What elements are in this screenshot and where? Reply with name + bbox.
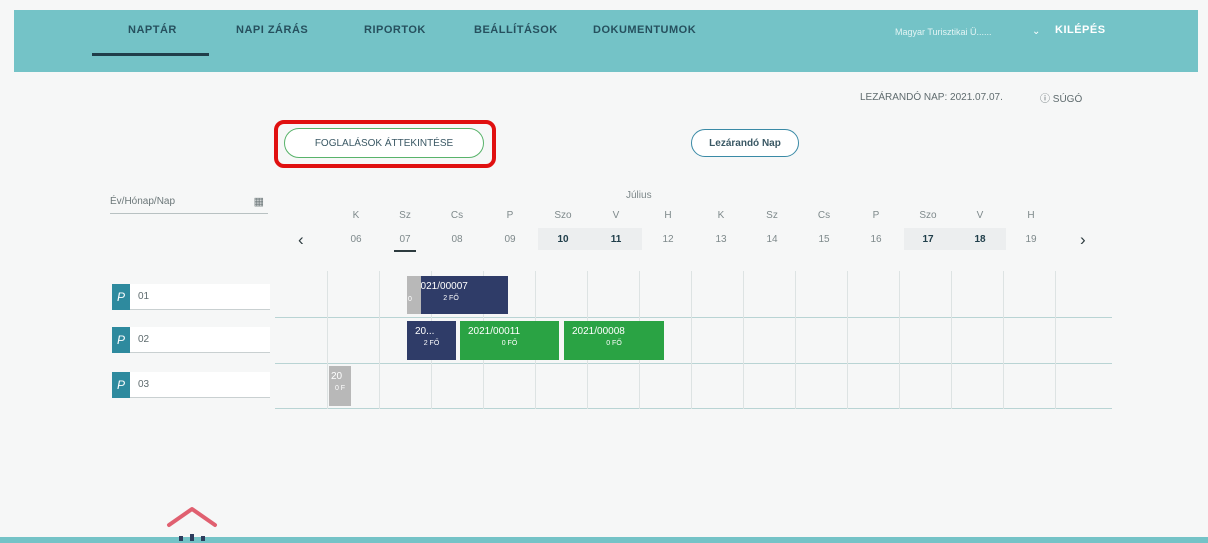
closing-day-label: LEZÁRANDÓ NAP: 2021.07.07. [860, 92, 1003, 103]
day-date: 11 [610, 234, 622, 245]
month-label: Július [626, 190, 652, 201]
nav-item-napi-zaras[interactable]: NAPI ZÁRÁS [236, 24, 308, 36]
column-divider [951, 271, 952, 409]
room-name: 01 [138, 291, 150, 302]
nav-item-riportok[interactable]: RIPORTOK [364, 24, 426, 36]
date-input[interactable]: Év/Hónap/Nap ▦ [110, 194, 268, 214]
nav-item-naptar[interactable]: NAPTÁR [128, 24, 177, 36]
day-name: Sz [399, 210, 411, 221]
booking-block-partial[interactable]: 0 [407, 276, 421, 314]
row-divider [275, 317, 1112, 318]
day-date: 12 [662, 234, 674, 245]
parking-icon: P [112, 327, 130, 353]
day-name: H [664, 210, 672, 221]
day-date: 07 [399, 234, 411, 245]
day-date: 10 [557, 234, 569, 245]
day-name: H [1027, 210, 1035, 221]
column-divider [795, 271, 796, 409]
day-date: 06 [350, 234, 362, 245]
day-date: 19 [1025, 234, 1037, 245]
room-name: 03 [138, 379, 150, 390]
booking-id: 20 [331, 371, 343, 382]
booking-guests: 0 FŐ [501, 340, 518, 347]
day-name: P [872, 210, 880, 221]
logout-button[interactable]: KILÉPÉS [1055, 24, 1106, 36]
calendar-grid[interactable] [275, 271, 1112, 409]
booking-guests: 2 FŐ [423, 340, 440, 347]
column-divider [1055, 271, 1056, 409]
column-divider [847, 271, 848, 409]
today-indicator [394, 250, 416, 252]
column-divider [691, 271, 692, 409]
day-name: Cs [817, 210, 831, 221]
booking-block[interactable]: 2021/00007 2 FŐ [421, 276, 508, 314]
house-logo-icon [167, 507, 217, 541]
room-row-03[interactable]: P 03 [112, 372, 270, 398]
day-name: P [506, 210, 514, 221]
column-divider [1003, 271, 1004, 409]
chevron-down-icon[interactable]: ⌄ [1032, 26, 1040, 37]
booking-guests: 0 FŐ [606, 340, 622, 347]
booking-block[interactable]: 2021/00008 0 FŐ [564, 321, 664, 360]
day-date: 14 [766, 234, 778, 245]
row-divider [275, 363, 1112, 364]
room-row-01[interactable]: P 01 [112, 284, 270, 310]
day-name: K [717, 210, 725, 221]
booking-guests: 0 F [334, 385, 346, 392]
organization-selector[interactable]: Magyar Turisztikai Ü...... [895, 27, 992, 37]
column-divider [899, 271, 900, 409]
nav-item-beallitasok[interactable]: BEÁLLÍTÁSOK [474, 24, 558, 36]
day-date: 09 [504, 234, 516, 245]
day-date: 13 [715, 234, 727, 245]
prev-arrow-icon[interactable]: ‹ [298, 230, 304, 250]
booking-block[interactable]: 2021/00011 0 FŐ [460, 321, 559, 360]
day-name: Sz [766, 210, 778, 221]
calendar-icon[interactable]: ▦ [254, 195, 264, 208]
booking-block[interactable]: 20 0 F [329, 366, 351, 406]
nav-active-indicator [92, 53, 209, 56]
top-navigation-bar [14, 10, 1198, 72]
booking-guests: 2 FŐ [443, 295, 459, 302]
day-name: V [612, 210, 620, 221]
day-name: K [352, 210, 360, 221]
booking-id: 2021/00007 [421, 281, 468, 292]
row-divider [275, 408, 1112, 409]
day-name: Cs [450, 210, 464, 221]
day-name: V [976, 210, 984, 221]
column-divider [743, 271, 744, 409]
column-divider [379, 271, 380, 409]
parking-icon: P [112, 372, 130, 398]
day-name: Szo [919, 210, 937, 221]
room-name: 02 [138, 334, 150, 345]
nav-item-dokumentumok[interactable]: DOKUMENTUMOK [593, 24, 696, 36]
booking-id: 2021/00011 [468, 326, 521, 337]
date-input-placeholder: Év/Hónap/Nap [110, 196, 176, 207]
day-date: 18 [974, 234, 986, 245]
booking-id: 20... [415, 326, 435, 337]
day-date: 16 [870, 234, 882, 245]
booking-id: 2021/00008 [572, 326, 625, 337]
room-row-02[interactable]: P 02 [112, 327, 270, 353]
help-link[interactable]: ⓘ SÚGÓ [1040, 90, 1082, 105]
day-name: Szo [554, 210, 572, 221]
day-date: 08 [451, 234, 463, 245]
booking-block[interactable]: 20... 2 FŐ [407, 321, 456, 360]
column-divider [327, 271, 328, 409]
parking-icon: P [112, 284, 130, 310]
day-date: 17 [922, 234, 934, 245]
day-date: 15 [818, 234, 830, 245]
bookings-overview-button[interactable]: FOGLALÁSOK ÁTTEKINTÉSE [284, 128, 484, 158]
next-arrow-icon[interactable]: › [1080, 230, 1086, 250]
closing-day-button[interactable]: Lezárandó Nap [691, 129, 799, 157]
booking-prefix: 0 [408, 296, 412, 303]
